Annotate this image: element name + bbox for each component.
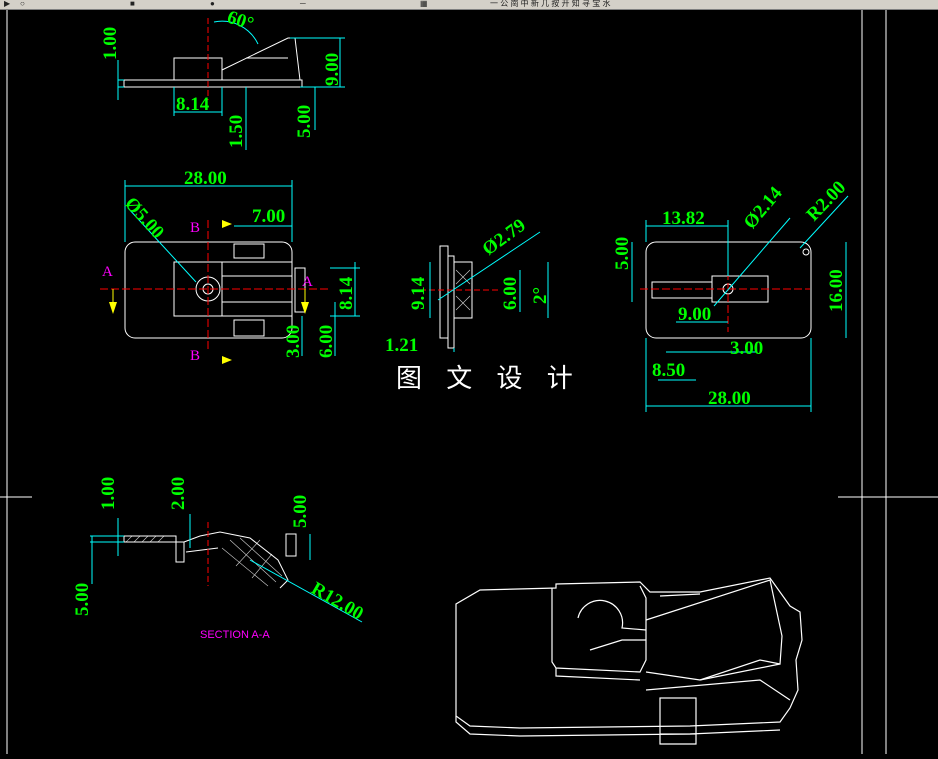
section-label: A [102,264,113,280]
section-label: A [302,274,313,290]
section-title: SECTION A-A [200,629,270,641]
dim-label: 5.00 [294,105,315,138]
magnifier-icon[interactable]: ○ [20,0,25,8]
dim-label: 9.00 [322,53,343,86]
watermark-text: 图 文 设 计 [396,364,581,394]
dim-label: 7.00 [252,206,285,227]
isometric-view [455,577,803,745]
dim-label: 5.00 [72,583,93,616]
dim-label: 9.14 [408,276,429,310]
dim-label: 1.00 [100,27,121,60]
dim-label: 6.00 [316,325,337,358]
dim-label: 28.00 [184,168,227,189]
section-b-view: Ø2.79 9.14 6.00 2° 1.21 [385,215,551,356]
layer-icon[interactable]: ■ [130,0,135,8]
section-label: B [190,220,200,236]
line-icon[interactable]: ─ [300,0,306,8]
dim-label: 9.00 [678,304,711,325]
dim-label: 8.14 [336,276,357,310]
dim-label: 2.00 [168,477,189,510]
dim-label: 13.82 [662,208,705,229]
dim-label: 1.21 [385,335,418,356]
dim-label: 1.50 [226,115,247,148]
dim-label: 5.00 [290,495,311,528]
status-text: 一 公 崗 中 新 几 按 开 知 寻 宝 水 [490,0,611,8]
dim-label: 5.00 [612,237,633,270]
dim-label: Ø2.79 [479,215,530,260]
top-view: A A B B 28.00 Ø5.00 7.00 8.14 6.00 3.00 [100,168,360,364]
side-view: 1.00 60° 9.00 8.14 1.50 5.00 [100,7,345,150]
dim-label: 1.00 [98,477,119,510]
cad-canvas[interactable]: 1.00 60° 9.00 8.14 1.50 5.00 A A B B 28.… [0,7,938,754]
bottom-view: 13.82 Ø2.14 R2.00 5.00 16.00 9.00 3.00 8… [612,177,850,412]
dim-label: 28.00 [708,388,751,409]
dim-label: 6.00 [500,277,521,310]
dim-label: Ø2.14 [740,183,787,234]
color-icon[interactable]: ● [210,0,215,8]
section-label: B [190,348,200,364]
dim-label: 8.50 [652,360,685,381]
dim-label: 60° [224,10,256,35]
dim-label: 8.14 [176,94,210,115]
dim-label: 2° [530,287,551,304]
dim-label: 3.00 [283,325,304,358]
toolbar: ▶ ○ ■ ● ─ ▦ 一 公 崗 中 新 几 按 开 知 寻 宝 水 [0,0,938,10]
dim-label: 16.00 [826,269,847,312]
arrow-icon[interactable]: ▶ [4,0,10,8]
dim-label: 3.00 [730,338,763,359]
dim-label: Ø5.00 [120,193,168,243]
dim-label: R12.00 [308,578,367,624]
section-a-view: 1.00 2.00 5.00 5.00 R12.00 SECTION A-A [72,477,367,641]
style-icon[interactable]: ▦ [420,0,428,8]
